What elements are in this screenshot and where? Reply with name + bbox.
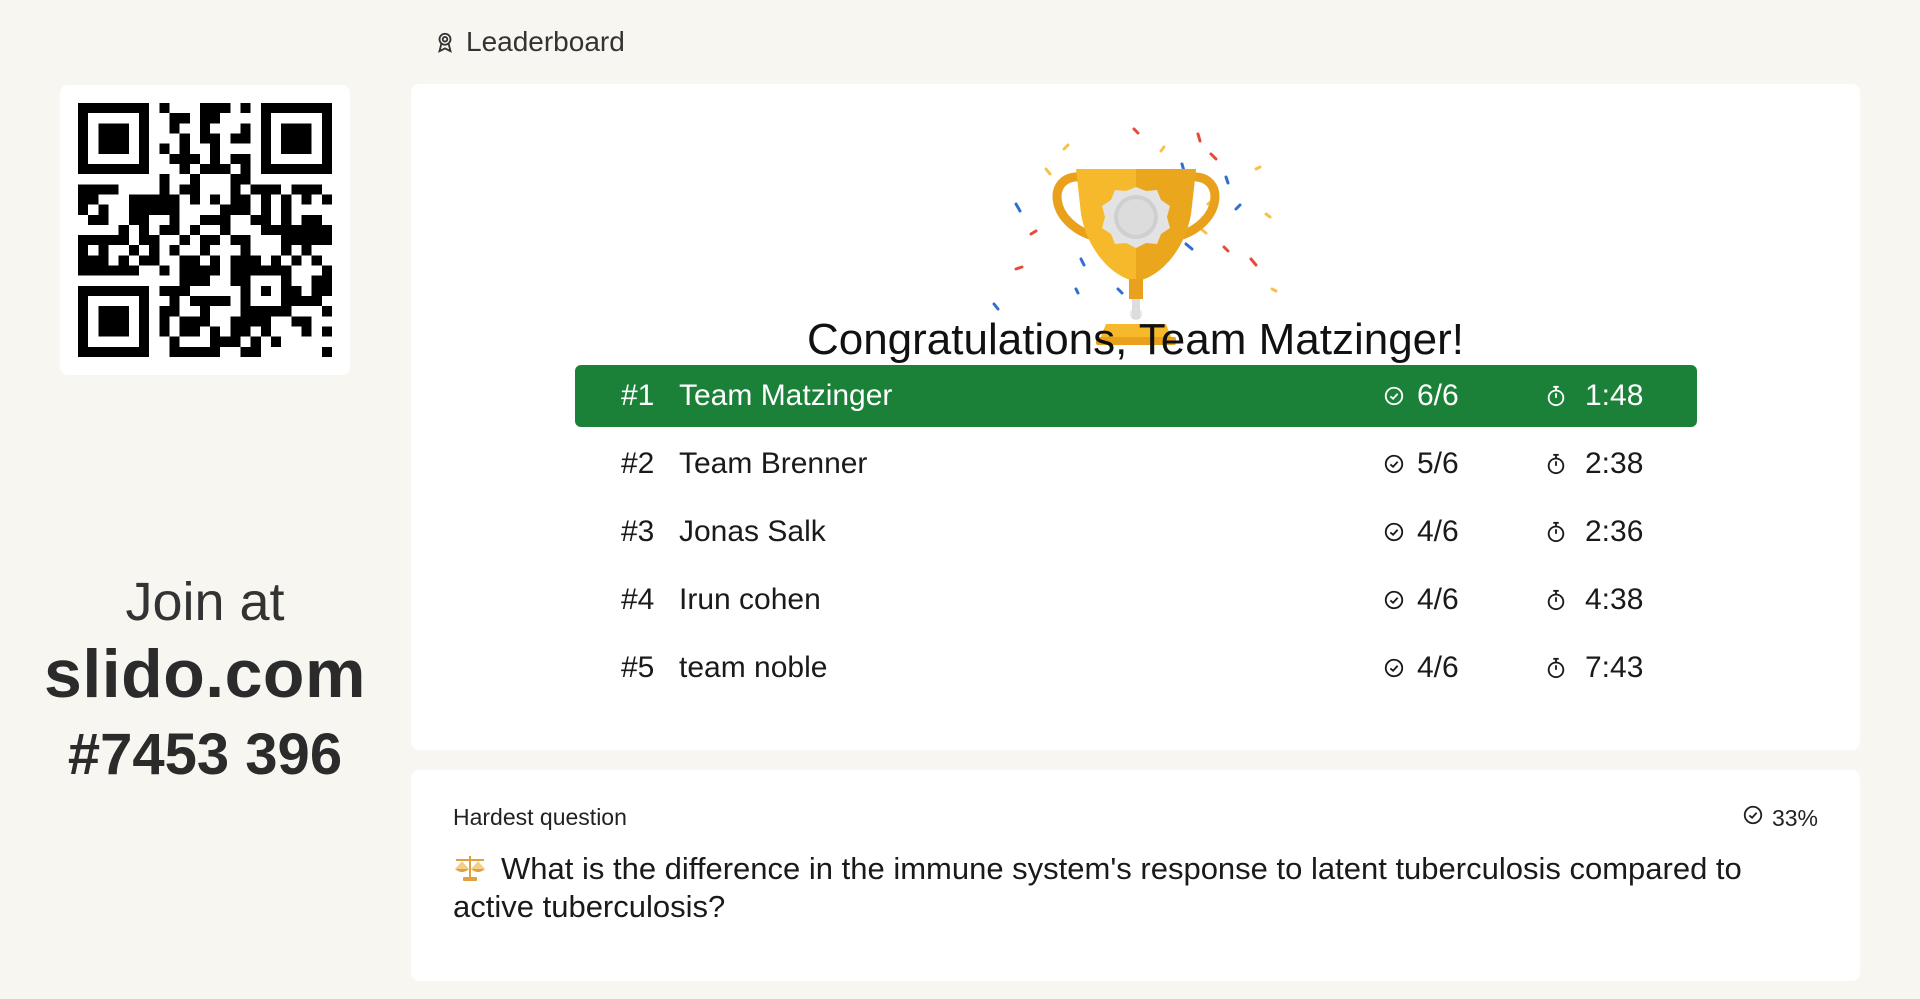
row-score-value: 4/6 xyxy=(1417,583,1459,616)
award-icon xyxy=(434,31,456,53)
join-label: Join at xyxy=(125,572,285,632)
row-score: 4/6 xyxy=(1383,583,1459,617)
leaderboard-list: #1 Team Matzinger 6/6 1:48 #2 Team Brenn… xyxy=(575,365,1697,705)
row-time: 1:48 xyxy=(1545,379,1643,413)
row-time: 7:43 xyxy=(1545,651,1643,685)
join-info: Join at slido.com #7453 396 xyxy=(0,570,410,796)
row-team-name: Irun cohen xyxy=(679,583,821,616)
row-score: 5/6 xyxy=(1383,447,1459,481)
leaderboard-row: #2 Team Brenner 5/6 2:38 xyxy=(575,433,1697,495)
row-time-value: 2:36 xyxy=(1585,515,1644,548)
row-time-value: 1:48 xyxy=(1585,379,1644,412)
row-time-value: 4:38 xyxy=(1585,583,1644,616)
row-rank: #1 xyxy=(621,379,655,412)
stopwatch-icon xyxy=(1545,452,1567,476)
leaderboard-card: Congratulations, Team Matzinger! #1 Team… xyxy=(411,84,1860,750)
row-time: 2:38 xyxy=(1545,447,1643,481)
qr-code-card xyxy=(60,85,350,375)
scales-icon xyxy=(453,853,487,883)
row-score-value: 5/6 xyxy=(1417,447,1459,480)
check-circle-icon xyxy=(1383,521,1405,543)
row-rank: #4 xyxy=(621,583,655,616)
leaderboard-row: #1 Team Matzinger 6/6 1:48 xyxy=(575,365,1697,427)
correct-percentage-value: 33% xyxy=(1771,804,1818,831)
leaderboard-row: #4 Irun cohen 4/6 4:38 xyxy=(575,569,1697,631)
leaderboard-title: Leaderboard xyxy=(466,26,625,57)
hardest-question-text: What is the difference in the immune sys… xyxy=(453,850,1823,926)
row-time: 4:38 xyxy=(1545,583,1643,617)
hardest-question-body: What is the difference in the immune sys… xyxy=(453,851,1742,924)
row-time: 2:36 xyxy=(1545,515,1643,549)
row-score: 6/6 xyxy=(1383,379,1459,413)
row-score: 4/6 xyxy=(1383,515,1459,549)
row-team-name: Jonas Salk xyxy=(679,515,826,548)
stopwatch-icon xyxy=(1545,588,1567,612)
row-time-value: 7:43 xyxy=(1585,651,1644,684)
leaderboard-header: Leaderboard xyxy=(434,24,625,60)
row-score-value: 6/6 xyxy=(1417,379,1459,412)
qr-code xyxy=(78,103,332,357)
row-score-value: 4/6 xyxy=(1417,651,1459,684)
congratulations-message: Congratulations, Team Matzinger! xyxy=(806,315,1465,364)
stopwatch-icon xyxy=(1545,384,1567,408)
stopwatch-icon xyxy=(1545,520,1567,544)
correct-percentage: 33% xyxy=(1742,804,1818,832)
row-rank: #2 xyxy=(621,447,655,480)
leaderboard-row: #3 Jonas Salk 4/6 2:36 xyxy=(575,501,1697,563)
join-url: slido.com xyxy=(44,636,366,712)
row-score-value: 4/6 xyxy=(1417,515,1459,548)
hardest-question-card: Hardest question 33% What is the differe… xyxy=(411,770,1860,981)
check-circle-icon xyxy=(1383,453,1405,475)
hardest-question-label: Hardest question xyxy=(453,804,627,830)
check-circle-icon xyxy=(1383,589,1405,611)
row-score: 4/6 xyxy=(1383,651,1459,685)
row-team-name: team noble xyxy=(679,651,828,684)
stopwatch-icon xyxy=(1545,656,1567,680)
row-rank: #5 xyxy=(621,651,655,684)
check-circle-icon xyxy=(1742,804,1764,832)
row-team-name: Team Matzinger xyxy=(679,379,893,412)
row-time-value: 2:38 xyxy=(1585,447,1644,480)
leaderboard-row: #5 team noble 4/6 7:43 xyxy=(575,637,1697,699)
row-rank: #3 xyxy=(621,515,655,548)
check-circle-icon xyxy=(1383,657,1405,679)
check-circle-icon xyxy=(1383,385,1405,407)
event-code: #7453 396 xyxy=(67,722,343,787)
row-team-name: Team Brenner xyxy=(679,447,868,480)
